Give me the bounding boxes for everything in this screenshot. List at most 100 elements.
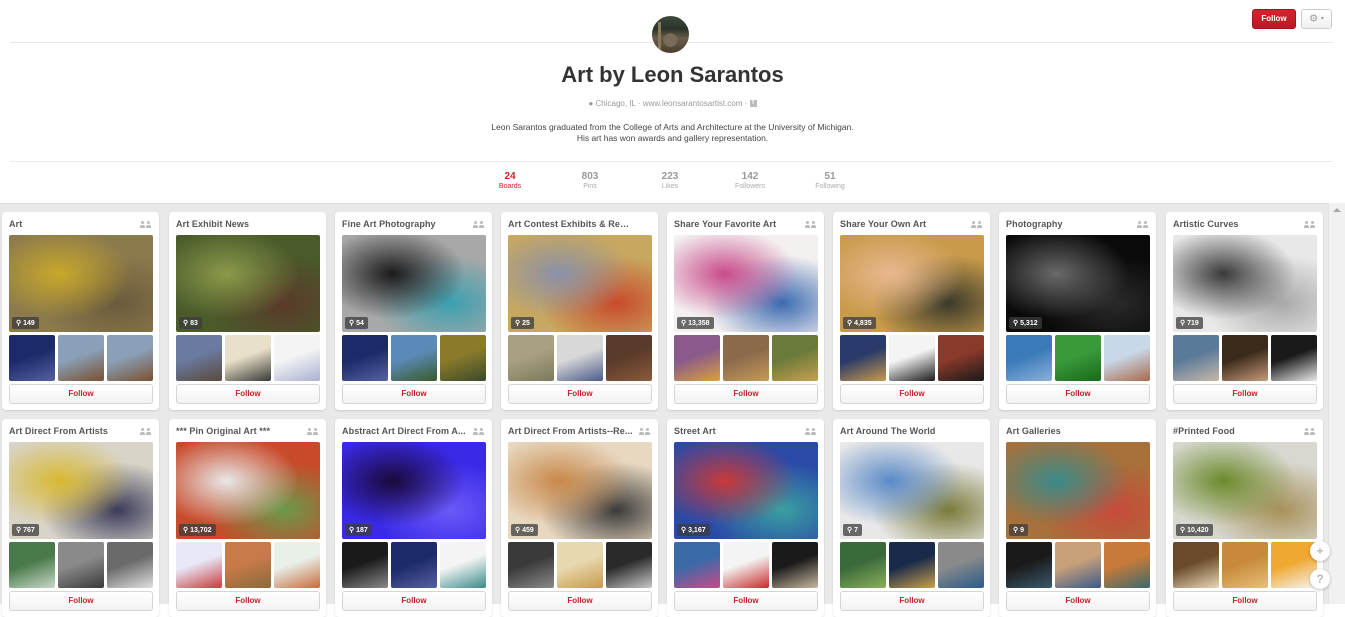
board-card[interactable]: Street Art ⚲ 3,167 Follow [667,419,824,617]
board-thumbnail[interactable] [176,542,222,588]
stat-followers[interactable]: 142 Followers [710,171,790,190]
board-thumbnail[interactable] [508,335,554,381]
follow-board-button[interactable]: Follow [342,384,486,404]
board-title[interactable]: Art Exhibit News [176,219,301,229]
board-thumbnail[interactable] [440,335,486,381]
board-title[interactable]: Share Your Favorite Art [674,219,799,229]
board-cover-image[interactable]: ⚲ 459 [508,442,652,539]
board-title[interactable]: Art Around The World [840,426,965,436]
board-thumbnail[interactable] [723,335,769,381]
board-title[interactable]: Art [9,219,134,229]
board-thumbnail[interactable] [772,542,818,588]
board-thumbnail[interactable] [674,542,720,588]
board-card[interactable]: Art Direct From Artists ⚲ 767 Follow [2,419,159,617]
board-cover-image[interactable]: ⚲ 9 [1006,442,1150,539]
board-thumbnail[interactable] [1173,542,1219,588]
board-title[interactable]: Art Direct From Artists--Re... [508,426,633,436]
board-thumbnail[interactable] [107,335,153,381]
board-title[interactable]: Abstract Art Direct From A... [342,426,467,436]
follow-board-button[interactable]: Follow [1173,384,1317,404]
board-thumbnail[interactable] [1104,335,1150,381]
board-thumbnail[interactable] [606,542,652,588]
board-cover-image[interactable]: ⚲ 4,835 [840,235,984,332]
board-thumbnail[interactable] [391,335,437,381]
board-thumbnail[interactable] [772,335,818,381]
board-thumbnail[interactable] [723,542,769,588]
board-thumbnail[interactable] [1222,542,1268,588]
follow-board-button[interactable]: Follow [342,591,486,611]
board-card[interactable]: Photography ⚲ 5,312 Follow [999,212,1156,410]
board-thumbnail[interactable] [889,335,935,381]
follow-board-button[interactable]: Follow [508,384,652,404]
board-title[interactable]: Share Your Own Art [840,219,965,229]
follow-board-button[interactable]: Follow [9,384,153,404]
board-card[interactable]: Artistic Curves ⚲ 719 Follow [1166,212,1323,410]
follow-board-button[interactable]: Follow [1173,591,1317,611]
follow-board-button[interactable]: Follow [674,384,818,404]
board-title[interactable]: Art Direct From Artists [9,426,134,436]
follow-board-button[interactable]: Follow [508,591,652,611]
scroll-up-arrow-icon[interactable] [1333,208,1341,212]
board-thumbnail[interactable] [1104,542,1150,588]
board-card[interactable]: Share Your Favorite Art ⚲ 13,358 Follow [667,212,824,410]
add-pin-button[interactable]: + [1310,541,1330,561]
follow-board-button[interactable]: Follow [674,591,818,611]
board-card[interactable]: Art Exhibit News ⚲ 83 Follow [169,212,326,410]
follow-board-button[interactable]: Follow [840,591,984,611]
board-card[interactable]: Fine Art Photography ⚲ 54 Follow [335,212,492,410]
board-card[interactable]: Abstract Art Direct From A... ⚲ 187 Foll… [335,419,492,617]
board-thumbnail[interactable] [508,542,554,588]
board-title[interactable]: *** Pin Original Art *** [176,426,301,436]
follow-board-button[interactable]: Follow [1006,384,1150,404]
scrollbar[interactable] [1328,203,1345,604]
board-thumbnail[interactable] [1222,335,1268,381]
board-thumbnail[interactable] [1055,542,1101,588]
board-thumbnail[interactable] [840,542,886,588]
follow-profile-button[interactable]: Follow [1252,9,1296,29]
settings-button[interactable]: ⚙ ▾ [1301,9,1332,29]
board-title[interactable]: Fine Art Photography [342,219,467,229]
board-cover-image[interactable]: ⚲ 54 [342,235,486,332]
board-cover-image[interactable]: ⚲ 187 [342,442,486,539]
stat-likes[interactable]: 223 Likes [630,171,710,190]
board-card[interactable]: Art Galleries ⚲ 9 Follow [999,419,1156,617]
follow-board-button[interactable]: Follow [840,384,984,404]
board-cover-image[interactable]: ⚲ 5,312 [1006,235,1150,332]
board-thumbnail[interactable] [1055,335,1101,381]
board-thumbnail[interactable] [225,542,271,588]
board-title[interactable]: Street Art [674,426,799,436]
board-cover-image[interactable]: ⚲ 3,167 [674,442,818,539]
board-card[interactable]: Art Direct From Artists--Re... ⚲ 459 Fol… [501,419,658,617]
board-card[interactable]: #Printed Food ⚲ 10,420 Follow [1166,419,1323,617]
board-thumbnail[interactable] [557,335,603,381]
board-thumbnail[interactable] [342,542,388,588]
board-thumbnail[interactable] [274,542,320,588]
stat-boards[interactable]: 24 Boards [470,171,550,190]
stat-pins[interactable]: 803 Pins [550,171,630,190]
board-thumbnail[interactable] [606,335,652,381]
board-thumbnail[interactable] [9,335,55,381]
board-cover-image[interactable]: ⚲ 149 [9,235,153,332]
board-thumbnail[interactable] [1006,542,1052,588]
board-thumbnail[interactable] [938,542,984,588]
board-title[interactable]: #Printed Food [1173,426,1298,436]
board-thumbnail[interactable] [1006,335,1052,381]
board-card[interactable]: Art Contest Exhibits & Reco... ⚲ 25 Foll… [501,212,658,410]
board-thumbnail[interactable] [557,542,603,588]
board-card[interactable]: Art Around The World ⚲ 7 Follow [833,419,990,617]
board-cover-image[interactable]: ⚲ 13,702 [176,442,320,539]
board-card[interactable]: Share Your Own Art ⚲ 4,835 Follow [833,212,990,410]
board-thumbnail[interactable] [674,335,720,381]
profile-website-link[interactable]: www.leonsarantosartist.com [643,99,743,108]
board-cover-image[interactable]: ⚲ 13,358 [674,235,818,332]
follow-board-button[interactable]: Follow [1006,591,1150,611]
board-thumbnail[interactable] [225,335,271,381]
board-cover-image[interactable]: ⚲ 83 [176,235,320,332]
help-button[interactable]: ? [1310,569,1330,589]
board-title[interactable]: Art Contest Exhibits & Reco... [508,219,633,229]
board-cover-image[interactable]: ⚲ 7 [840,442,984,539]
board-card[interactable]: Art ⚲ 149 Follow [2,212,159,410]
board-thumbnail[interactable] [391,542,437,588]
board-thumbnail[interactable] [938,335,984,381]
board-cover-image[interactable]: ⚲ 10,420 [1173,442,1317,539]
